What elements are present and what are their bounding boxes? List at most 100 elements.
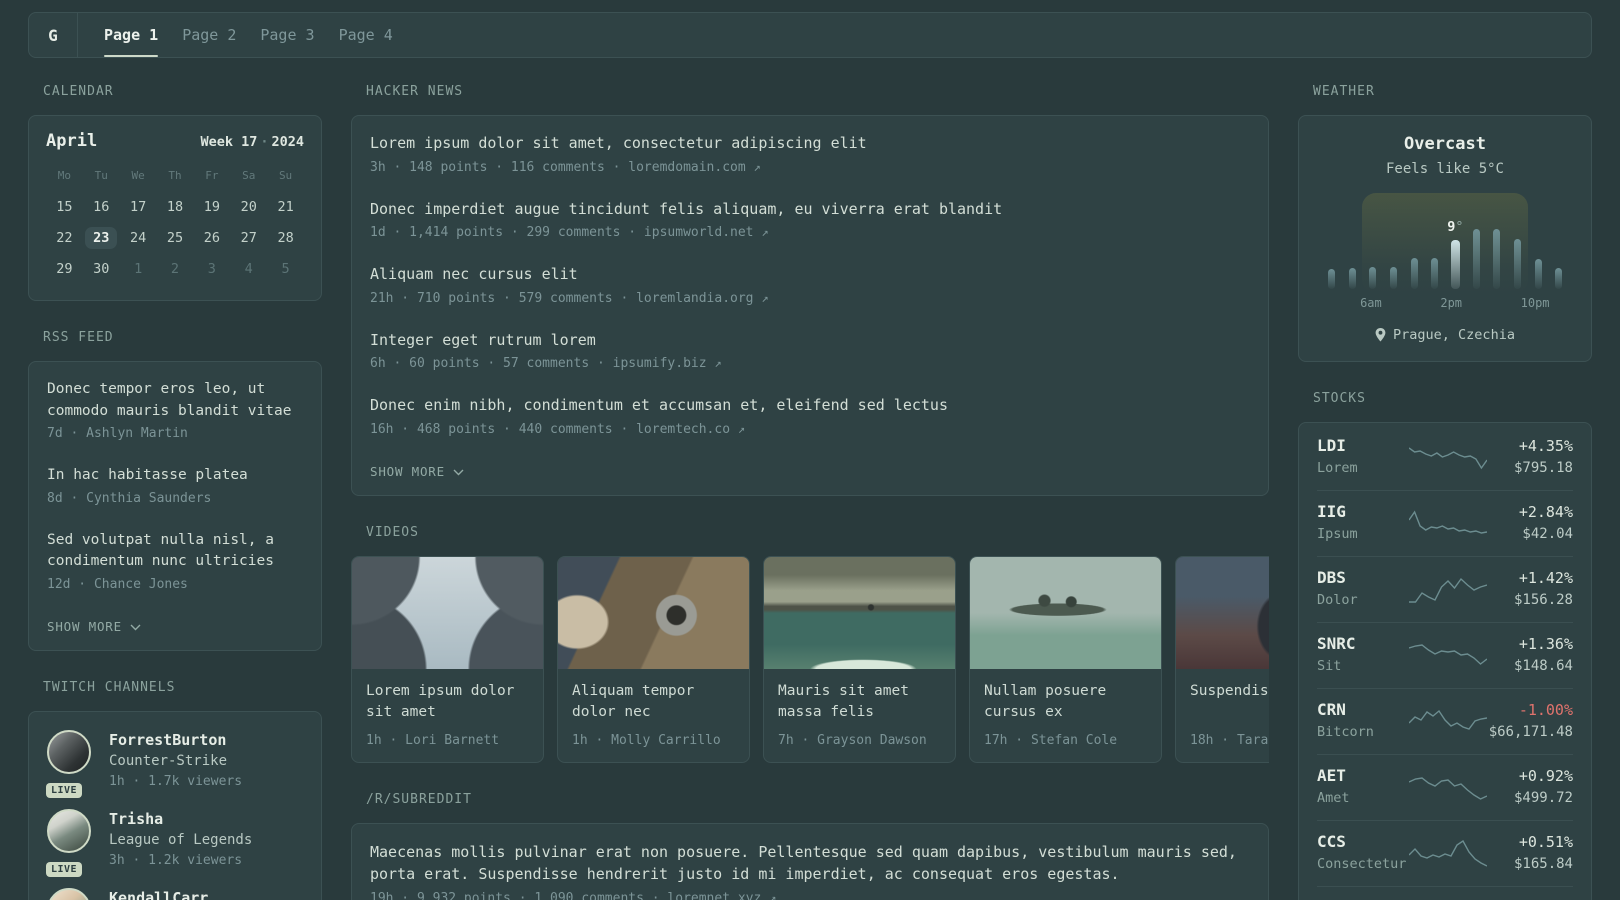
stock-symbol: DBS	[1317, 568, 1346, 587]
nav-tab-page-4[interactable]: Page 4	[339, 13, 393, 57]
video-thumbnail-fog	[1176, 556, 1269, 669]
channel-game: League of Legends	[109, 831, 253, 848]
stock-row[interactable]: IIG Ipsum +2.84% $42.04	[1317, 490, 1573, 556]
external-link-icon: ↗	[769, 890, 777, 900]
calendar-week-year: Week 17 · 2024	[200, 134, 304, 150]
videos-carousel: Lorem ipsum dolor sit amet consectetu… 1h…	[351, 555, 1269, 763]
news-item-title[interactable]: Aliquam nec cursus elit	[370, 264, 1250, 286]
stock-name: Lorem	[1317, 460, 1358, 476]
show-more-button[interactable]: SHOW MORE	[47, 619, 141, 634]
stock-row[interactable]: CRN Bitcorn -1.00% $66,171.48	[1317, 688, 1573, 754]
stock-row[interactable]: DBS Dolor +1.42% $156.28	[1317, 556, 1573, 622]
stock-sparkline	[1409, 508, 1487, 538]
twitch-avatar	[47, 729, 91, 774]
calendar-day: 26	[203, 229, 220, 246]
weather-bar-slot: 9°	[1445, 197, 1466, 289]
video-card[interactable]: Nullam posuere cursus ex 17h · Stefan Col…	[969, 555, 1162, 763]
stock-id: DBS Dolor	[1317, 568, 1409, 610]
nav-tab-page-1[interactable]: Page 1	[104, 13, 159, 57]
video-card[interactable]: Mauris sit amet massa felis 7h · Grayson …	[763, 555, 956, 763]
stock-row[interactable]: CCS Consectetur +0.51% $165.84	[1317, 820, 1573, 886]
live-badge: LIVE	[46, 861, 83, 877]
weather-bar	[1431, 258, 1439, 289]
weather-bar-slot	[1321, 197, 1342, 289]
rss-item-title[interactable]: Sed volutpat nulla nisl, a condimentum n…	[47, 530, 303, 573]
stock-change: +1.36%	[1518, 635, 1573, 653]
stock-id: AET Amet	[1317, 766, 1409, 808]
rss-item: In hac habitasse platea 8d · Cynthia Saun…	[47, 465, 303, 509]
news-item-title[interactable]: Donec imperdiet augue tincidunt felis al…	[370, 199, 1250, 221]
calendar-day: 30	[93, 260, 110, 277]
news-item-title[interactable]: Integer eget rutrum lorem	[370, 330, 1250, 352]
stock-id: LDI Lorem	[1317, 436, 1409, 478]
stock-row[interactable]: AHS+0.46%	[1317, 886, 1573, 900]
weather-bar-slot	[1548, 197, 1569, 289]
news-item: Lorem ipsum dolor sit amet, consectetur …	[370, 133, 1250, 178]
video-card[interactable]: Lorem ipsum dolor sit amet consectetu… 1h…	[351, 555, 544, 763]
stock-sparkline	[1409, 640, 1487, 670]
news-item: Integer eget rutrum lorem 6h · 60 points …	[370, 330, 1250, 375]
stocks-section-title: STOCKS	[1313, 391, 1366, 406]
calendar-day: 25	[166, 229, 184, 246]
show-more-button[interactable]: SHOW MORE	[370, 464, 464, 479]
weather-bar	[1348, 268, 1356, 289]
video-card[interactable]: Suspendisse diam 18h · Tara	[1175, 555, 1269, 763]
news-item-meta: 21h · 710 points · 579 comments · loreml…	[370, 290, 769, 306]
video-meta: 1h · Lori Barnett	[366, 732, 500, 748]
twitch-channel-row[interactable]: LIVE ForrestBurton Counter-Strike 1h · 1.7k…	[46, 729, 303, 798]
weather-peak-label: 9°	[1447, 219, 1464, 235]
hackernews-card: Lorem ipsum dolor sit amet, consectetur …	[351, 115, 1269, 496]
nav-tab-page-3[interactable]: Page 3	[260, 13, 314, 57]
right-column: WEATHER Overcast Feels like 5°C 9° 6am 2p…	[1298, 84, 1592, 900]
calendar-day: 15	[56, 198, 73, 215]
nav-tab-page-2[interactable]: Page 2	[182, 13, 236, 57]
video-title: Lorem ipsum dolor sit amet consectetu…	[366, 682, 515, 721]
rss-item-title[interactable]: Donec tempor eros leo, ut commodo mauris…	[47, 379, 303, 422]
dot-separator: ·	[260, 134, 269, 150]
calendar-day-selected: 23	[83, 222, 120, 253]
news-item-meta: 16h · 468 points · 440 comments · loremt…	[370, 421, 746, 437]
news-item-meta: 3h · 148 points · 116 comments · loremdo…	[370, 159, 761, 175]
weather-bar	[1493, 229, 1501, 289]
location-pin-icon	[1375, 328, 1386, 342]
calendar-year: 2024	[271, 134, 304, 150]
stock-row[interactable]: LDI Lorem +4.35% $795.18	[1317, 425, 1573, 490]
video-thumbnail-sea	[764, 556, 955, 669]
weather-bar	[1555, 268, 1563, 289]
chevron-down-wrap	[453, 464, 464, 479]
weather-bar	[1513, 239, 1521, 289]
stock-name: Dolor	[1317, 592, 1358, 608]
stocks-widget: STOCKS LDI Lorem +4.35% $795.18 IIG Ipsum +2.8…	[1298, 391, 1592, 900]
rss-section-title: RSS FEED	[43, 330, 114, 345]
weekday-label: Sa	[242, 169, 256, 182]
post-title[interactable]: Maecenas mollis pulvinar erat non posuer…	[370, 841, 1250, 885]
stock-values: +0.51% $165.84	[1487, 832, 1573, 874]
calendar-day: 4	[244, 260, 253, 277]
top-nav: G Page 1 Page 2 Page 3 Page 4	[28, 12, 1592, 58]
stock-symbol: AET	[1317, 766, 1346, 785]
twitch-channel-row[interactable]: KendallCarr	[47, 887, 303, 900]
news-item-title[interactable]: Lorem ipsum dolor sit amet, consectetur …	[370, 133, 1250, 155]
stock-sparkline	[1409, 838, 1487, 868]
calendar-day: 3	[207, 260, 216, 277]
app-logo[interactable]: G	[29, 13, 78, 57]
weather-location: Prague, Czechia	[1393, 327, 1515, 343]
news-item-title[interactable]: Donec enim nibh, condimentum et accumsan…	[370, 395, 1250, 417]
external-link-icon: ↗	[753, 159, 761, 174]
stock-values: +0.92% $499.72	[1487, 766, 1573, 808]
stock-symbol: IIG	[1317, 502, 1346, 521]
live-badge: LIVE	[46, 782, 83, 798]
weather-bars: 9°	[1321, 197, 1569, 289]
twitch-channel-row[interactable]: LIVE Trisha League of Legends 3h · 1.2k vie…	[46, 808, 303, 877]
stock-price: $66,171.48	[1488, 724, 1573, 740]
stock-price: $795.18	[1513, 460, 1573, 476]
channel-game: Counter-Strike	[109, 752, 228, 769]
external-link-icon: ↗	[761, 225, 769, 239]
stock-sparkline	[1409, 574, 1487, 604]
rss-item-title[interactable]: In hac habitasse platea	[47, 465, 303, 487]
stock-row[interactable]: SNRC Sit +1.36% $148.64	[1317, 622, 1573, 688]
stock-row[interactable]: AET Amet +0.92% $499.72	[1317, 754, 1573, 820]
stock-sparkline	[1409, 706, 1487, 736]
rss-feed-widget: RSS FEED Donec tempor eros leo, ut commo…	[28, 330, 322, 651]
video-card[interactable]: Aliquam tempor dolor nec pharetra… 1h · M…	[557, 555, 750, 763]
